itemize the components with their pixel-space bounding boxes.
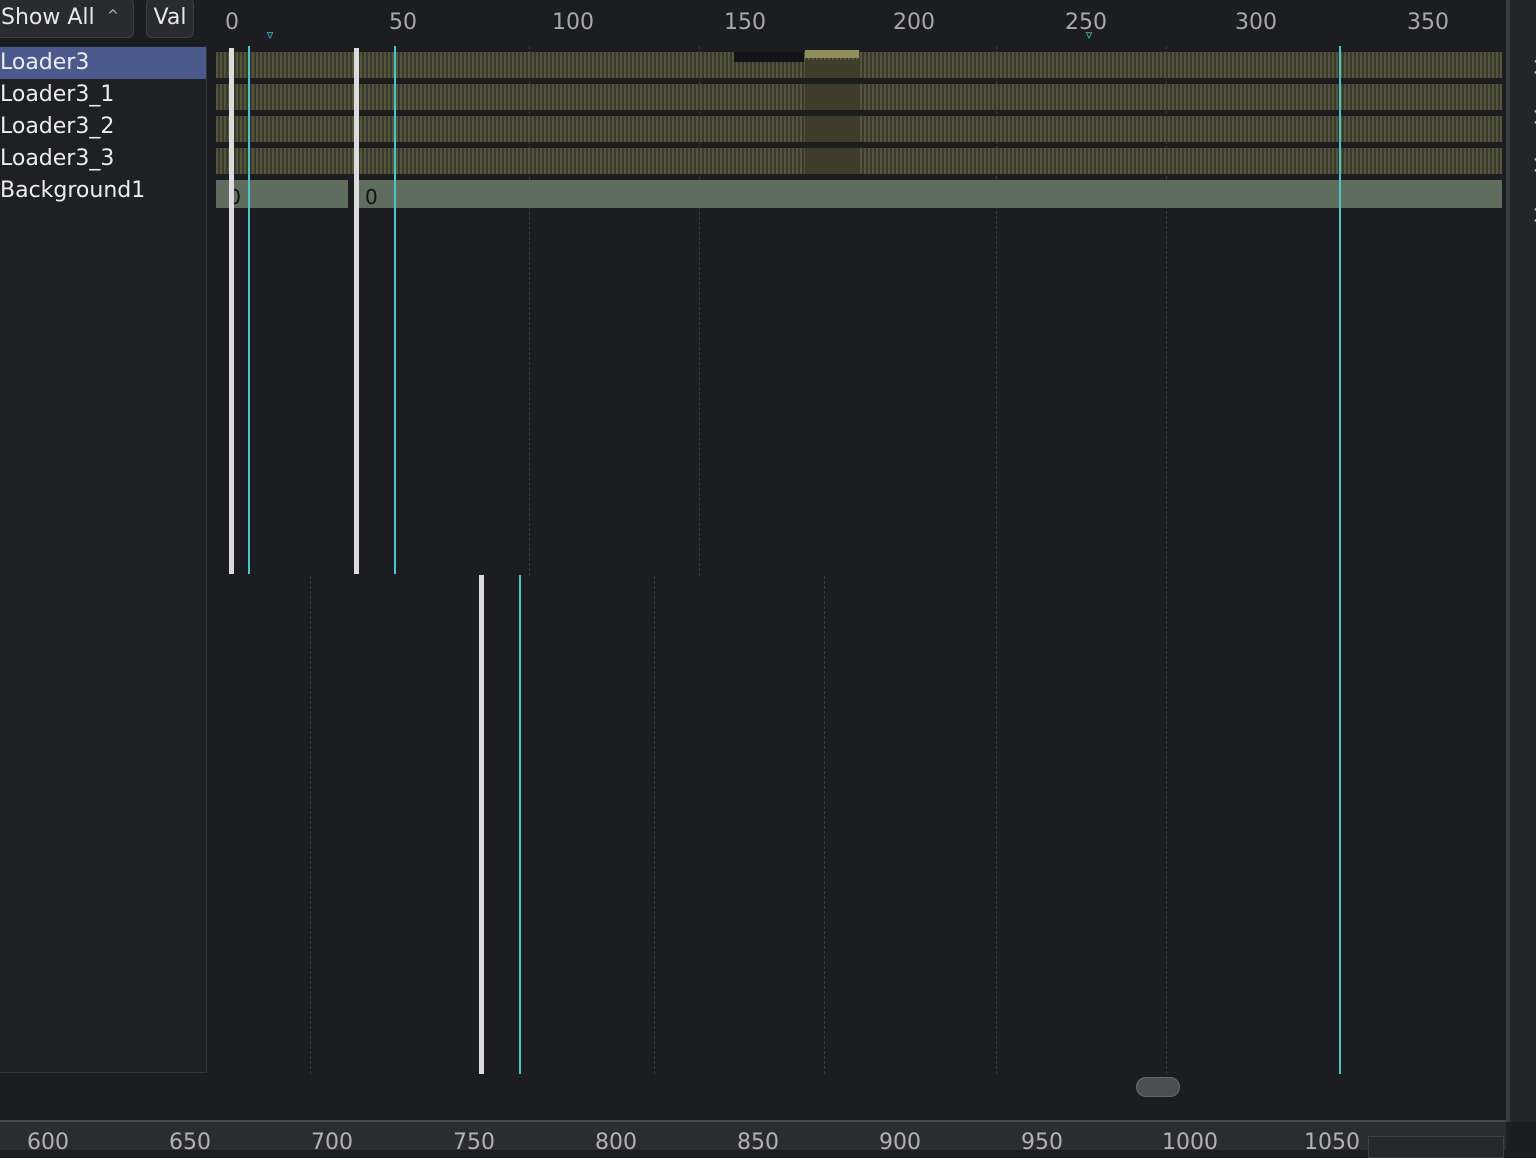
selected-range	[805, 50, 859, 58]
playhead-line[interactable]	[1339, 46, 1341, 1074]
lane-gap	[805, 84, 859, 110]
show-all-label: Show All	[1, 5, 95, 30]
ruler-tick: 200	[893, 10, 935, 35]
ruler-tick: 650	[169, 1130, 211, 1150]
horizontal-scrollbar-thumb[interactable]	[1136, 1077, 1180, 1097]
bottom-right-panel	[1368, 1136, 1504, 1158]
expand-icon[interactable]: >	[1532, 52, 1536, 82]
playhead-line[interactable]	[519, 575, 521, 1074]
track-item-background1[interactable]: Background1	[0, 175, 206, 207]
ruler-tick: 1000	[1162, 1130, 1218, 1150]
time-marker-icon[interactable]: ▿	[267, 28, 274, 43]
grid-line	[824, 576, 825, 1074]
bottom-time-ruler[interactable]: 600 650 700 750 800 850 900 950 1000 105…	[0, 1120, 1506, 1150]
range-end-line[interactable]	[354, 48, 359, 574]
range-line[interactable]	[479, 575, 484, 1074]
track-item-loader3-2[interactable]: Loader3_2	[0, 111, 206, 143]
track-item-loader3-1[interactable]: Loader3_1	[0, 79, 206, 111]
ruler-tick: 1050	[1304, 1130, 1360, 1150]
track-item-loader3-3[interactable]: Loader3_3	[0, 143, 206, 175]
keyframe-lane-loader3-3[interactable]	[216, 148, 1502, 174]
lane-gap	[805, 60, 859, 78]
ruler-tick: 950	[1021, 1130, 1063, 1150]
keyframe-lane-loader3-1[interactable]	[216, 84, 1502, 110]
time-ruler[interactable]: 0 50 100 150 200 250 300 350 ▿ ▿	[216, 0, 1506, 46]
chevron-up-icon: ^	[107, 8, 119, 24]
ruler-tick: 900	[879, 1130, 921, 1150]
expand-icon[interactable]: >	[1532, 102, 1536, 132]
expand-icon[interactable]: >	[1532, 150, 1536, 180]
background-value: 0	[365, 185, 378, 209]
right-panel-strip: > > > >	[1506, 0, 1536, 1122]
lane-gap	[805, 148, 859, 174]
ruler-tick: 300	[1235, 10, 1277, 35]
ruler-tick: 700	[311, 1130, 353, 1150]
time-marker-icon[interactable]: ▿	[1086, 28, 1093, 43]
ruler-tick: 0	[225, 10, 239, 35]
expand-icon[interactable]: >	[1532, 200, 1536, 230]
background-lane[interactable]	[216, 180, 1502, 208]
playhead-line[interactable]	[394, 46, 396, 574]
lane-gap	[805, 116, 859, 142]
grid-line	[310, 576, 311, 1074]
ruler-tick: 100	[552, 10, 594, 35]
ruler-tick: 150	[724, 10, 766, 35]
ruler-tick: 750	[453, 1130, 495, 1150]
ruler-tick: 800	[595, 1130, 637, 1150]
ruler-tick: 350	[1407, 10, 1449, 35]
playhead-line[interactable]	[248, 46, 250, 574]
track-list: Loader3 Loader3_1 Loader3_2 Loader3_3 Ba…	[0, 46, 207, 1073]
lane-marker	[734, 52, 804, 62]
ruler-tick: 850	[737, 1130, 779, 1150]
range-start-line[interactable]	[229, 48, 234, 574]
track-item-loader3[interactable]: Loader3	[0, 47, 206, 79]
timeline-area[interactable]: 0 0	[216, 46, 1506, 1074]
keyframe-lane-loader3-2[interactable]	[216, 116, 1502, 142]
keyframe-lane-loader3[interactable]	[216, 52, 1502, 78]
ruler-tick: 50	[389, 10, 417, 35]
ruler-tick: 600	[27, 1130, 69, 1150]
grid-line	[654, 576, 655, 1074]
value-button[interactable]: Val	[146, 0, 194, 38]
show-all-dropdown[interactable]: Show All ^	[0, 0, 134, 38]
